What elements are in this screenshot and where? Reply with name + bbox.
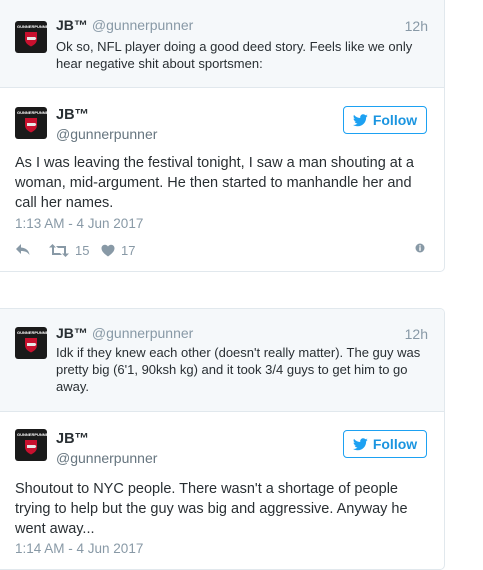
tweet-text: As I was leaving the festival tonight, I…: [15, 155, 414, 211]
shield-icon: [25, 118, 37, 133]
reply-button[interactable]: [15, 243, 31, 256]
tweet-date[interactable]: 1:13 AM - 4 Jun 2017: [15, 216, 143, 231]
author-name[interactable]: JB™: [56, 431, 89, 447]
tweet-actions: 15 17: [15, 243, 427, 259]
context-tweet[interactable]: GUNNERPUNNER JB™@gunnerpunner 12h Ok so,…: [0, 0, 444, 88]
info-icon: [415, 243, 425, 253]
like-button[interactable]: 17: [101, 243, 135, 258]
context-author-handle: @gunnerpunner: [91, 325, 194, 341]
avatar[interactable]: GUNNERPUNNER: [15, 21, 47, 53]
retweet-count: 15: [75, 243, 90, 258]
retweet-button[interactable]: 15: [49, 243, 89, 258]
shield-icon: [25, 338, 37, 353]
avatar-text: GUNNERPUNNER: [17, 110, 47, 115]
retweet-icon: [49, 244, 69, 257]
author-handle[interactable]: @gunnerpunner: [56, 450, 157, 466]
context-tweet-text: Ok so, NFL player doing a good deed stor…: [56, 39, 413, 71]
context-author[interactable]: JB™ @gunnerpunner: [56, 17, 193, 33]
context-author-name: JB™: [56, 325, 88, 341]
context-timestamp[interactable]: 12h: [405, 18, 428, 34]
bird-icon: [352, 437, 368, 450]
tweet-date[interactable]: 1:14 AM - 4 Jun 2017: [15, 541, 143, 556]
bird-icon: [352, 113, 368, 126]
context-tweet-text: Idk if they knew each other (doesn't rea…: [56, 345, 421, 394]
follow-button[interactable]: Follow: [343, 430, 427, 458]
avatar-text: GUNNERPUNNER: [17, 24, 47, 29]
avatar-text: GUNNERPUNNER: [17, 432, 47, 437]
avatar[interactable]: GUNNERPUNNER: [15, 107, 47, 139]
context-author[interactable]: JB™ @gunnerpunner: [56, 325, 193, 341]
follow-button[interactable]: Follow: [343, 106, 427, 134]
author-name[interactable]: JB™: [56, 107, 89, 123]
tweet-card: GUNNERPUNNER JB™@gunnerpunner 12h Idk if…: [0, 308, 445, 570]
follow-label: Follow: [372, 436, 418, 452]
avatar-text: GUNNERPUNNER: [17, 330, 47, 335]
avatar[interactable]: GUNNERPUNNER: [15, 327, 47, 359]
heart-icon: [101, 244, 115, 257]
reply-icon: [16, 244, 30, 255]
context-author-handle: @gunnerpunner: [91, 17, 194, 33]
tweet-text: Shoutout to NYC people. There wasn't a s…: [15, 481, 408, 537]
tweet-card: GUNNERPUNNER JB™@gunnerpunner 12h Ok so,…: [0, 0, 445, 272]
context-timestamp[interactable]: 12h: [405, 326, 428, 342]
shield-icon: [25, 440, 37, 455]
like-count: 17: [121, 243, 136, 258]
info-button[interactable]: [415, 243, 425, 253]
shield-icon: [25, 32, 37, 47]
context-author-name: JB™: [56, 17, 88, 33]
follow-label: Follow: [372, 112, 418, 128]
avatar[interactable]: GUNNERPUNNER: [15, 429, 47, 461]
context-tweet[interactable]: GUNNERPUNNER JB™@gunnerpunner 12h Idk if…: [0, 309, 444, 412]
author-handle[interactable]: @gunnerpunner: [56, 126, 157, 142]
